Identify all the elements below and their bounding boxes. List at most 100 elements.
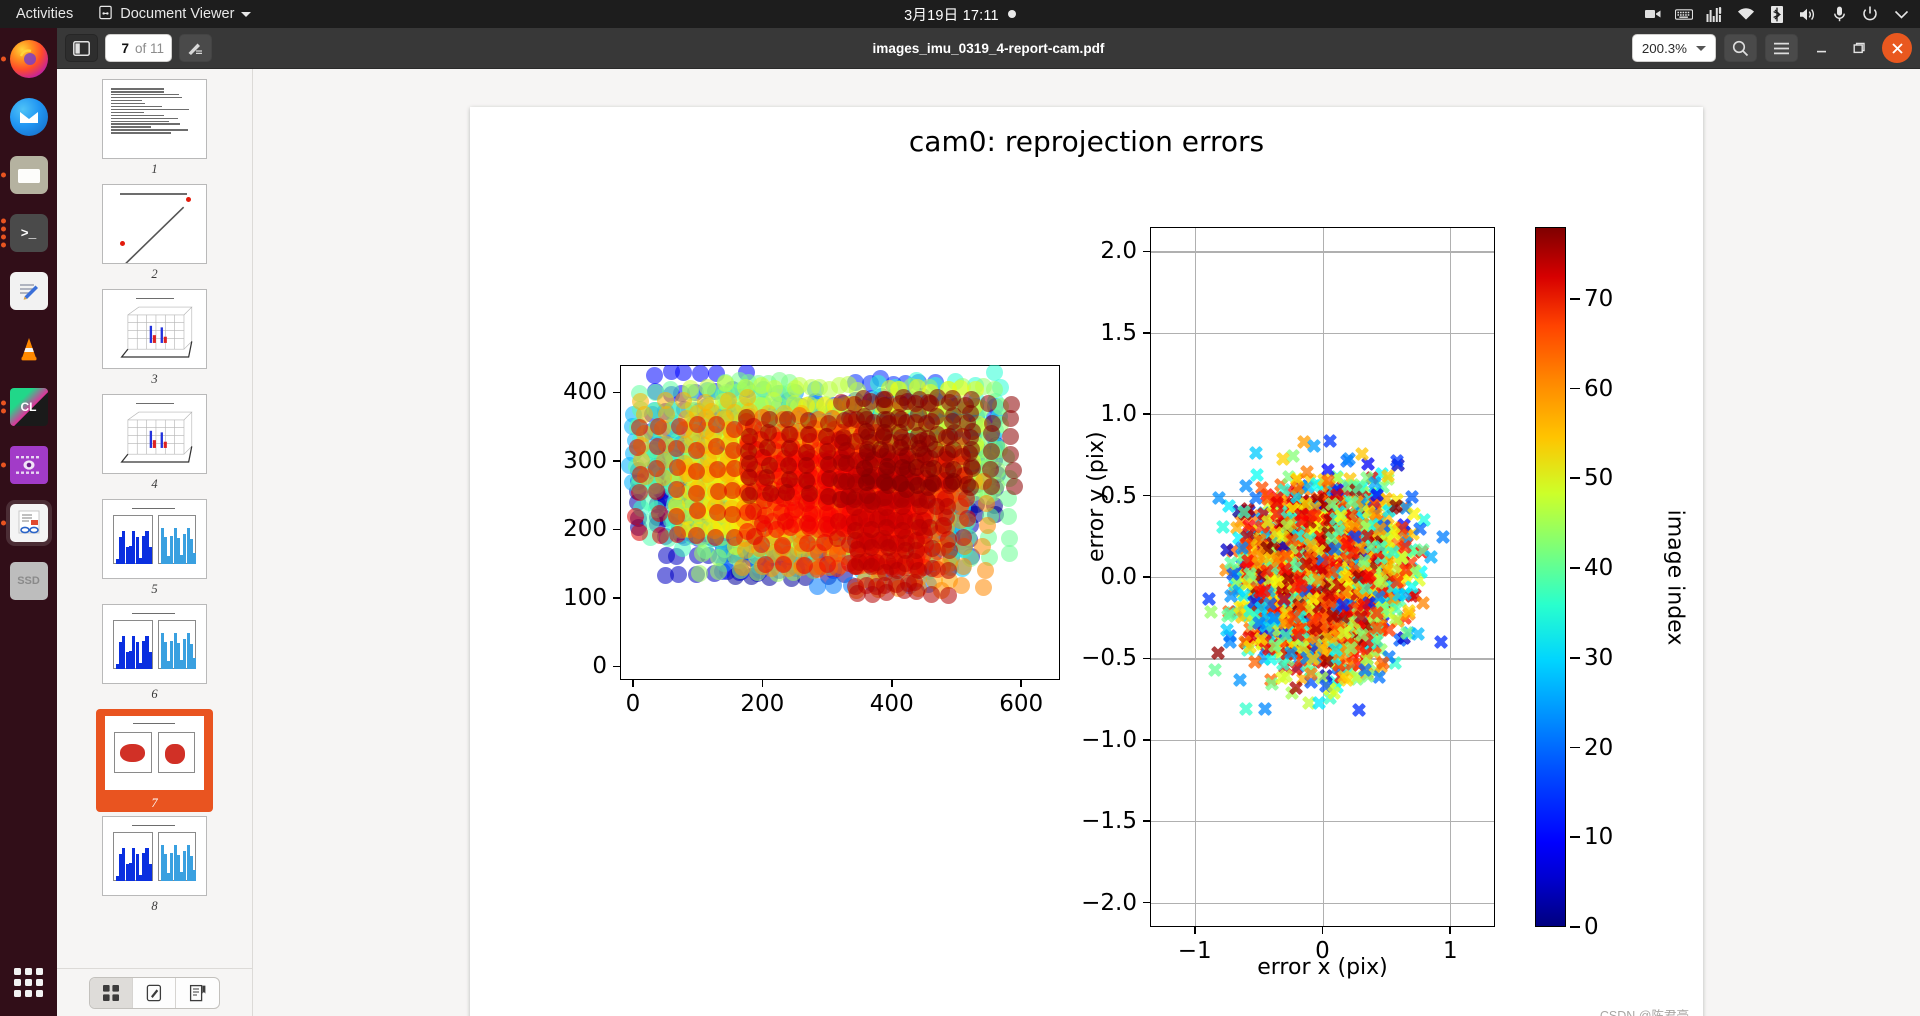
dock-item-text-editor[interactable] (6, 268, 52, 314)
power-icon (1861, 5, 1879, 23)
thumbnail-page-number: 2 (151, 267, 158, 281)
close-button[interactable] (1882, 33, 1912, 63)
thumbnail-page-2[interactable]: 2 (102, 184, 207, 282)
chart-title: cam0: reprojection errors (908, 125, 1265, 158)
zoom-level-selector[interactable]: 200.3% (1631, 34, 1716, 62)
main-menu-button[interactable] (1765, 34, 1798, 62)
running-indicator (0, 56, 6, 62)
page-number-input[interactable]: 7 of 11 (105, 34, 173, 62)
clock-label: 3月19日 17:11 (904, 7, 999, 24)
thumbnail-preview (102, 289, 207, 369)
video-editor-icon (9, 446, 48, 484)
thumbnail-preview (102, 604, 207, 684)
subplot-reprojection-error: −1 0 1 2.0 1.5 1.0 0.5 0.0 −0.5 −1.0 −1.5 −2.0 (1081, 227, 1495, 964)
thumbnail-sidebar[interactable]: 1 2 3 4 5 6 7 8 (57, 69, 253, 1016)
header-bar: 7 of 11 images_imu_0319_4-report-cam.pdf… (57, 28, 1920, 69)
thumbnail-page-6[interactable]: 6 (102, 604, 207, 702)
colorbar-label: image index (1662, 509, 1688, 645)
dock-item-thunderbird[interactable] (6, 94, 52, 140)
thumbnail-page-number: 8 (151, 899, 158, 913)
minimize-button[interactable] (1806, 33, 1836, 63)
document-view[interactable]: cam0: reprojection errors 0 200 400 600 0 100… (253, 69, 1920, 1016)
ubuntu-dock[interactable]: >_ CL SSD (0, 28, 57, 1016)
thumbnail-page-number: 1 (151, 162, 158, 176)
running-indicator (0, 462, 6, 468)
annotations-view-button[interactable] (133, 977, 176, 1008)
show-applications-button[interactable] (9, 962, 49, 1002)
thumbnail-preview (102, 816, 207, 896)
colorbar (1535, 227, 1566, 927)
outline-view-button[interactable] (176, 978, 219, 1008)
dock-item-files[interactable] (0, 152, 52, 198)
thumbnails-view-button[interactable] (90, 977, 133, 1008)
running-indicator (0, 218, 6, 248)
scatter-canvas-left (620, 365, 1060, 680)
thunderbird-icon (9, 98, 48, 136)
app-menu-label: Document Viewer (120, 6, 235, 22)
scatter-canvas-right (1150, 227, 1495, 927)
zoom-level-label: 200.3% (1641, 40, 1687, 56)
microphone-icon (1830, 5, 1848, 23)
dock-item-ssd-drive[interactable]: SSD (6, 558, 52, 604)
vlc-icon (10, 330, 48, 368)
camera-icon (1644, 5, 1662, 23)
thumbnail-list[interactable]: 1 2 3 4 5 6 7 8 (57, 69, 252, 968)
thumbnail-preview (102, 394, 207, 474)
dock-item-terminal[interactable]: >_ (0, 210, 52, 256)
top-bar-left: Activities Document Viewer (0, 0, 262, 28)
app-menu-button[interactable]: Document Viewer (87, 0, 262, 28)
files-icon (9, 156, 48, 194)
dock-item-document-viewer[interactable] (0, 500, 52, 546)
running-indicator (0, 172, 6, 178)
thumbnail-preview (102, 184, 207, 264)
thumbnail-preview (102, 713, 207, 793)
thumbnail-page-number: 4 (151, 477, 158, 491)
search-button[interactable] (1724, 34, 1757, 62)
document-viewer-icon (9, 504, 48, 542)
top-bar-clock-area[interactable]: 3月19日 17:11 (0, 0, 1920, 28)
pdf-page: cam0: reprojection errors 0 200 400 600 0 100… (470, 107, 1703, 1016)
chevron-down-icon[interactable] (1892, 5, 1910, 23)
header-right-controls: 200.3% (1631, 33, 1912, 63)
annotate-button[interactable] (179, 34, 213, 62)
sidebar-toggle-button[interactable] (65, 34, 98, 62)
terminal-icon: >_ (9, 214, 48, 252)
thumbnail-page-4[interactable]: 4 (102, 394, 207, 492)
sidebar-view-switcher[interactable] (57, 968, 252, 1016)
thumbnail-page-7[interactable]: 7 (96, 709, 213, 812)
activities-label: Activities (16, 6, 74, 22)
thumbnail-page-8[interactable]: 8 (102, 816, 207, 914)
wifi-icon (1737, 5, 1755, 23)
system-tray[interactable] (1644, 0, 1910, 28)
thumbnail-page-number: 3 (151, 372, 158, 386)
subplot-image-coordinates: 0 200 400 600 0 100 200 300 400 (563, 365, 1060, 717)
watermark: CSDN @陈君豪 (1599, 1009, 1689, 1016)
equalizer-icon (1706, 5, 1724, 23)
bluetooth-icon (1768, 5, 1786, 23)
dock-item-video-editor[interactable] (0, 442, 52, 488)
keyboard-icon (1675, 5, 1693, 23)
page-current: 7 (121, 40, 129, 56)
maximize-button[interactable] (1844, 33, 1874, 63)
thumbnail-preview (102, 499, 207, 579)
chevron-down-icon (1696, 45, 1706, 51)
ssd-drive-icon: SSD (9, 562, 48, 600)
clion-icon: CL (9, 388, 48, 426)
notification-indicator-icon (1007, 10, 1016, 18)
text-editor-icon (9, 272, 48, 310)
document-title-label: images_imu_0319_4-report-cam.pdf (872, 41, 1105, 56)
thumbnail-page-5[interactable]: 5 (102, 499, 207, 597)
thumbnail-page-number: 6 (151, 687, 158, 701)
header-left-controls: 7 of 11 (65, 34, 213, 62)
y-axis-label: error y (pix) (1084, 431, 1109, 562)
dock-item-firefox[interactable] (0, 36, 52, 82)
dock-item-clion[interactable]: CL (0, 384, 52, 430)
dock-item-vlc[interactable] (6, 326, 52, 372)
activities-button[interactable]: Activities (0, 0, 87, 28)
thumbnail-page-number: 7 (151, 796, 158, 810)
running-indicator (0, 520, 6, 526)
thumbnail-page-3[interactable]: 3 (102, 289, 207, 387)
thumbnail-page-1[interactable]: 1 (102, 79, 207, 177)
running-indicator (0, 400, 6, 414)
thumbnail-page-number: 5 (151, 582, 158, 596)
